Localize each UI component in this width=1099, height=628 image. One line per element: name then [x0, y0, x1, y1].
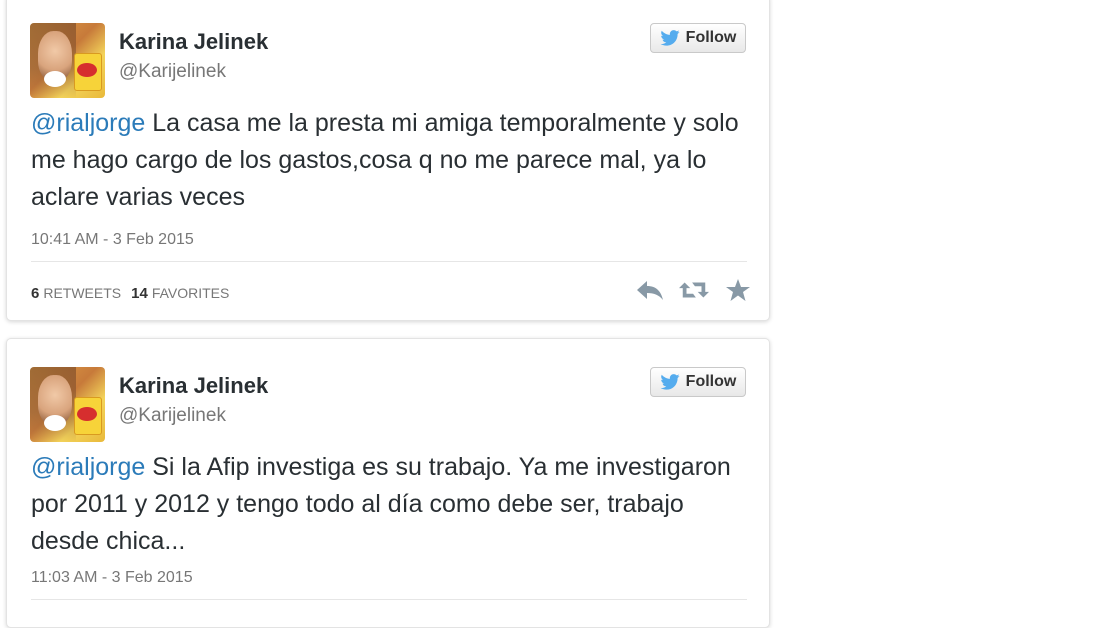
tweet-card: Karina Jelinek @Karijelinek Follow @rial…: [6, 0, 770, 321]
retweets-label: RETWEETS: [43, 285, 122, 301]
retweet-button[interactable]: [679, 277, 709, 303]
twitter-bird-icon: [660, 30, 680, 46]
favorites-stat[interactable]: 14 FAVORITES: [131, 285, 229, 302]
tweet-stats: 6 RETWEETS 14 FAVORITES: [31, 285, 229, 302]
retweets-count: 6: [31, 285, 40, 302]
divider: [31, 261, 747, 262]
tweet-card: Karina Jelinek @Karijelinek Follow @rial…: [6, 338, 770, 628]
tweet-text: @rialjorge La casa me la presta mi amiga…: [31, 105, 751, 216]
retweet-icon: [679, 282, 709, 298]
mention-link[interactable]: @rialjorge: [31, 453, 145, 481]
favorites-label: FAVORITES: [151, 285, 230, 301]
tweet-timestamp[interactable]: 10:41 AM - 3 Feb 2015: [31, 231, 194, 249]
author-name[interactable]: Karina Jelinek: [119, 29, 268, 55]
avatar-hand: [44, 415, 66, 431]
author-handle[interactable]: @Karijelinek: [119, 61, 226, 83]
avatar[interactable]: [30, 367, 105, 442]
mention-link[interactable]: @rialjorge: [31, 109, 145, 137]
tweet-actions: [635, 277, 753, 303]
reply-icon: [637, 281, 663, 300]
favorite-button[interactable]: [723, 277, 753, 303]
favorites-count: 14: [131, 285, 148, 302]
avatar-chip-logo: [77, 407, 97, 421]
avatar-hand: [44, 71, 66, 87]
follow-label: Follow: [685, 373, 737, 390]
twitter-bird-icon: [660, 374, 680, 390]
follow-button[interactable]: Follow: [650, 23, 746, 53]
avatar[interactable]: [30, 23, 105, 98]
author-handle[interactable]: @Karijelinek: [119, 405, 226, 427]
star-icon: [726, 279, 750, 301]
follow-button[interactable]: Follow: [650, 367, 746, 397]
retweets-stat[interactable]: 6 RETWEETS: [31, 285, 121, 302]
divider: [31, 599, 747, 600]
avatar-chip-logo: [77, 63, 97, 77]
tweet-text: @rialjorge Si la Afip investiga es su tr…: [31, 449, 751, 560]
author-name[interactable]: Karina Jelinek: [119, 373, 268, 399]
reply-button[interactable]: [635, 277, 665, 303]
tweet-timestamp[interactable]: 11:03 AM - 3 Feb 2015: [31, 569, 193, 587]
follow-label: Follow: [685, 29, 737, 46]
